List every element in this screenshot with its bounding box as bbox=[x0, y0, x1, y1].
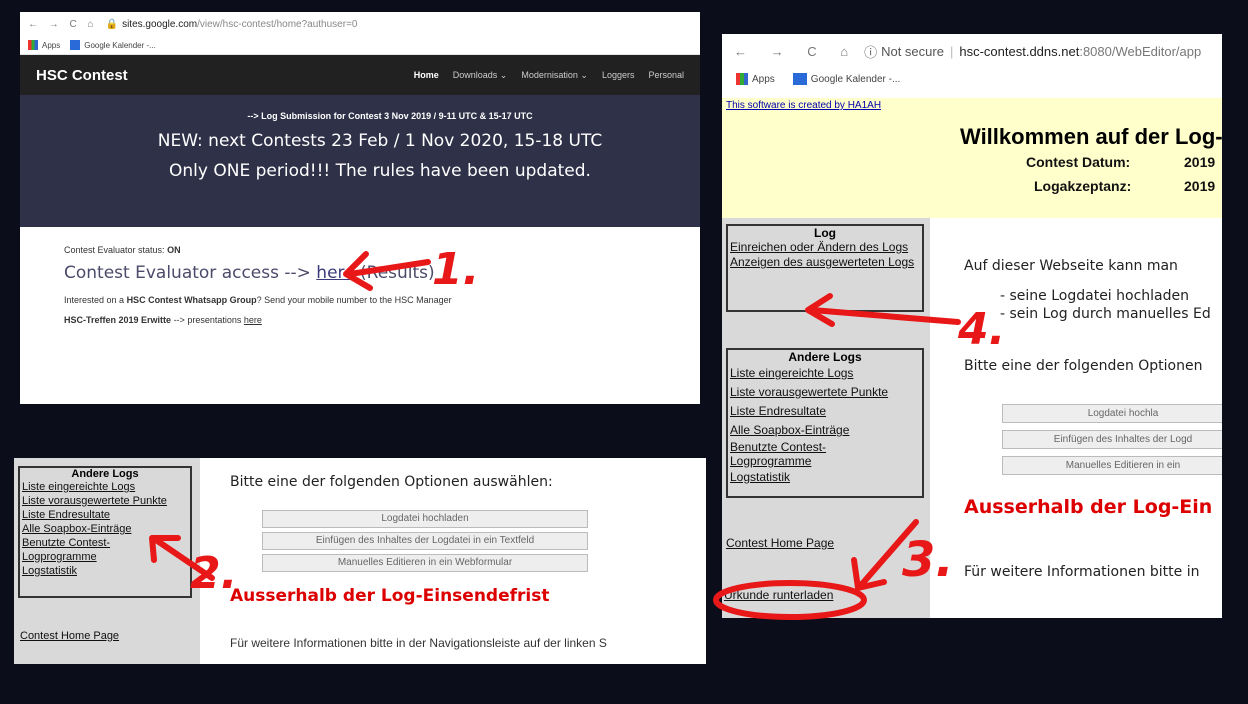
deadline-notice: Ausserhalb der Log-Ein bbox=[964, 496, 1213, 518]
paste-log-button[interactable]: Einfügen des Inhaltes der Logd bbox=[1002, 430, 1222, 449]
nav-downloads[interactable]: Downloads ⌄ bbox=[453, 70, 508, 81]
link-soapbox[interactable]: Alle Soapbox-Einträge bbox=[728, 421, 922, 440]
deadline-notice: Ausserhalb der Log-Einsendefrist bbox=[230, 586, 550, 606]
address-bar[interactable]: hsc-contest.ddns.net:8080/WebEditor/app bbox=[959, 44, 1201, 59]
link-einreichen[interactable]: Einreichen oder Ändern des Logs bbox=[728, 240, 922, 255]
manual-edit-button[interactable]: Manuelles Editieren in ein bbox=[1002, 456, 1222, 475]
upload-logfile-button[interactable]: Logdatei hochla bbox=[1002, 404, 1222, 423]
link-vorausgewertete-punkte[interactable]: Liste vorausgewertete Punkte bbox=[728, 383, 922, 402]
left-sidebar: Log Einreichen oder Ändern des Logs Anze… bbox=[722, 218, 930, 618]
box-title: Andere Logs bbox=[788, 350, 862, 364]
lock-icon: 🔒 bbox=[105, 18, 119, 30]
bookmark-apps[interactable]: Apps bbox=[752, 74, 775, 85]
site-header: HSC Contest Home Downloads ⌄ Modernisati… bbox=[20, 55, 700, 95]
info-icon: ⓘ bbox=[864, 44, 878, 60]
site-title[interactable]: HSC Contest bbox=[36, 67, 414, 84]
bookmarks-bar: Apps Google Kalender -... bbox=[722, 68, 1222, 90]
box-title: Andere Logs bbox=[71, 468, 139, 480]
browser-toolbar: ← → C ⌂ ⓘ Not secure | hsc-contest.ddns.… bbox=[734, 43, 1202, 60]
log-submission-notice: --> Log Submission for Contest 3 Nov 201… bbox=[247, 111, 533, 121]
log-box: Log Einreichen oder Ändern des Logs Anze… bbox=[726, 224, 924, 312]
page-content: Contest Evaluator status: ON Contest Eva… bbox=[20, 227, 700, 353]
upload-logfile-button[interactable]: Logdatei hochladen bbox=[262, 510, 588, 528]
bookmarks-bar: Apps Google Kalender -... bbox=[20, 36, 700, 55]
link-logprogramme[interactable]: Benutzte Contest-Logprogramme bbox=[20, 536, 122, 564]
info-footer: Für weitere Informationen bitte in bbox=[964, 564, 1200, 580]
header-banner: This software is created by HA1AH Willko… bbox=[722, 98, 1222, 218]
browser-toolbar: ← → C ⌂ 🔒 sites.google.com/view/hsc-cont… bbox=[20, 12, 700, 36]
creator-link[interactable]: This software is created by HA1AH bbox=[726, 100, 881, 111]
link-logstatistik[interactable]: Logstatistik bbox=[728, 468, 922, 487]
link-endresultate[interactable]: Liste Endresultate bbox=[728, 402, 922, 421]
link-eingereichte-logs[interactable]: Liste eingereichte Logs bbox=[728, 364, 922, 383]
akzeptanz-label: Logakzeptanz: bbox=[1034, 178, 1132, 194]
security-label: Not secure bbox=[881, 43, 944, 59]
datum-value: 2019 bbox=[1184, 154, 1216, 170]
andere-logs-box: Andere Logs Liste eingereichte Logs List… bbox=[18, 466, 192, 598]
link-logprogramme[interactable]: Benutzte Contest-Logprogramme bbox=[728, 440, 850, 468]
nav-buttons-icon[interactable]: ← → C ⌂ bbox=[28, 19, 98, 30]
link-anzeigen[interactable]: Anzeigen des ausgewerteten Logs bbox=[728, 255, 922, 270]
apps-grid-icon[interactable] bbox=[736, 73, 748, 85]
bookmark-apps[interactable]: Apps bbox=[42, 41, 60, 50]
options-heading: Bitte eine der folgenden Optionen bbox=[964, 358, 1203, 374]
nav-home[interactable]: Home bbox=[414, 70, 439, 81]
urkunde-download-link[interactable]: Urkunde runterladen bbox=[724, 588, 833, 602]
andere-logs-box: Andere Logs Liste eingereichte Logs List… bbox=[726, 348, 924, 498]
manual-edit-button[interactable]: Manuelles Editieren in ein Webformular bbox=[262, 554, 588, 572]
nav-buttons-icon[interactable]: ← → C ⌂ bbox=[734, 44, 858, 59]
contest-home-link[interactable]: Contest Home Page bbox=[20, 630, 119, 642]
evaluator-here-link[interactable]: here bbox=[316, 263, 354, 283]
bookmark-calendar[interactable]: Google Kalender -... bbox=[811, 74, 901, 85]
evaluator-status: Contest Evaluator status: ON bbox=[64, 245, 181, 255]
hsc-google-sites-window: ← → C ⌂ 🔒 sites.google.com/view/hsc-cont… bbox=[20, 12, 700, 404]
bookmark-calendar[interactable]: Google Kalender -... bbox=[84, 41, 156, 50]
intro-text: Auf dieser Webseite kann man bbox=[964, 258, 1178, 274]
paste-log-button[interactable]: Einfügen des Inhaltes der Logdatei in ei… bbox=[262, 532, 588, 550]
link-endresultate[interactable]: Liste Endresultate bbox=[20, 508, 190, 522]
nav-loggers[interactable]: Loggers bbox=[602, 70, 635, 81]
treffen-note: HSC-Treffen 2019 Erwitte --> presentatio… bbox=[64, 315, 262, 325]
contest-home-link[interactable]: Contest Home Page bbox=[726, 536, 834, 550]
akzeptanz-value: 2019 bbox=[1184, 178, 1216, 194]
evaluator-access: Contest Evaluator access --> here (Resul… bbox=[64, 263, 435, 283]
datum-label: Contest Datum: bbox=[1026, 154, 1131, 170]
whatsapp-note: Interested on a HSC Contest Whatsapp Gro… bbox=[64, 295, 452, 305]
nav-modernisation[interactable]: Modernisation ⌄ bbox=[521, 70, 588, 81]
box-title: Log bbox=[814, 226, 836, 240]
options-heading: Bitte eine der folgenden Optionen auswäh… bbox=[230, 474, 553, 490]
main-content: Auf dieser Webseite kann man - seine Log… bbox=[936, 218, 1222, 618]
welcome-title: Willkommen auf der Log- bbox=[960, 124, 1222, 149]
link-soapbox[interactable]: Alle Soapbox-Einträge bbox=[20, 522, 190, 536]
calendar-icon[interactable] bbox=[792, 73, 807, 85]
calendar-icon[interactable] bbox=[70, 40, 81, 50]
site-nav: Home Downloads ⌄ Modernisation ⌄ Loggers… bbox=[414, 70, 684, 81]
bullet-edit: - sein Log durch manuelles Ed bbox=[1000, 306, 1211, 322]
link-vorausgewertete-punkte[interactable]: Liste vorausgewertete Punkte bbox=[20, 494, 190, 508]
hero-banner: --> Log Submission for Contest 3 Nov 201… bbox=[20, 95, 700, 227]
rules-updated: Only ONE period!!! The rules have been u… bbox=[169, 161, 591, 181]
next-contests: NEW: next Contests 23 Feb / 1 Nov 2020, … bbox=[157, 131, 603, 151]
bullet-upload: - seine Logdatei hochladen bbox=[1000, 288, 1189, 304]
link-eingereichte-logs[interactable]: Liste eingereichte Logs bbox=[20, 480, 190, 494]
info-footer: Für weitere Informationen bitte in der N… bbox=[230, 636, 607, 650]
webeditor-window: ← → C ⌂ ⓘ Not secure | hsc-contest.ddns.… bbox=[722, 34, 1222, 618]
apps-grid-icon[interactable] bbox=[28, 40, 38, 50]
webeditor-crop-window: Andere Logs Liste eingereichte Logs List… bbox=[14, 458, 706, 664]
presentations-link[interactable]: here bbox=[244, 315, 262, 325]
address-bar[interactable]: sites.google.com/view/hsc-contest/home?a… bbox=[122, 19, 357, 30]
nav-personal[interactable]: Personal bbox=[648, 70, 684, 81]
main-content: Bitte eine der folgenden Optionen auswäh… bbox=[214, 458, 706, 664]
link-logstatistik[interactable]: Logstatistik bbox=[20, 564, 190, 578]
